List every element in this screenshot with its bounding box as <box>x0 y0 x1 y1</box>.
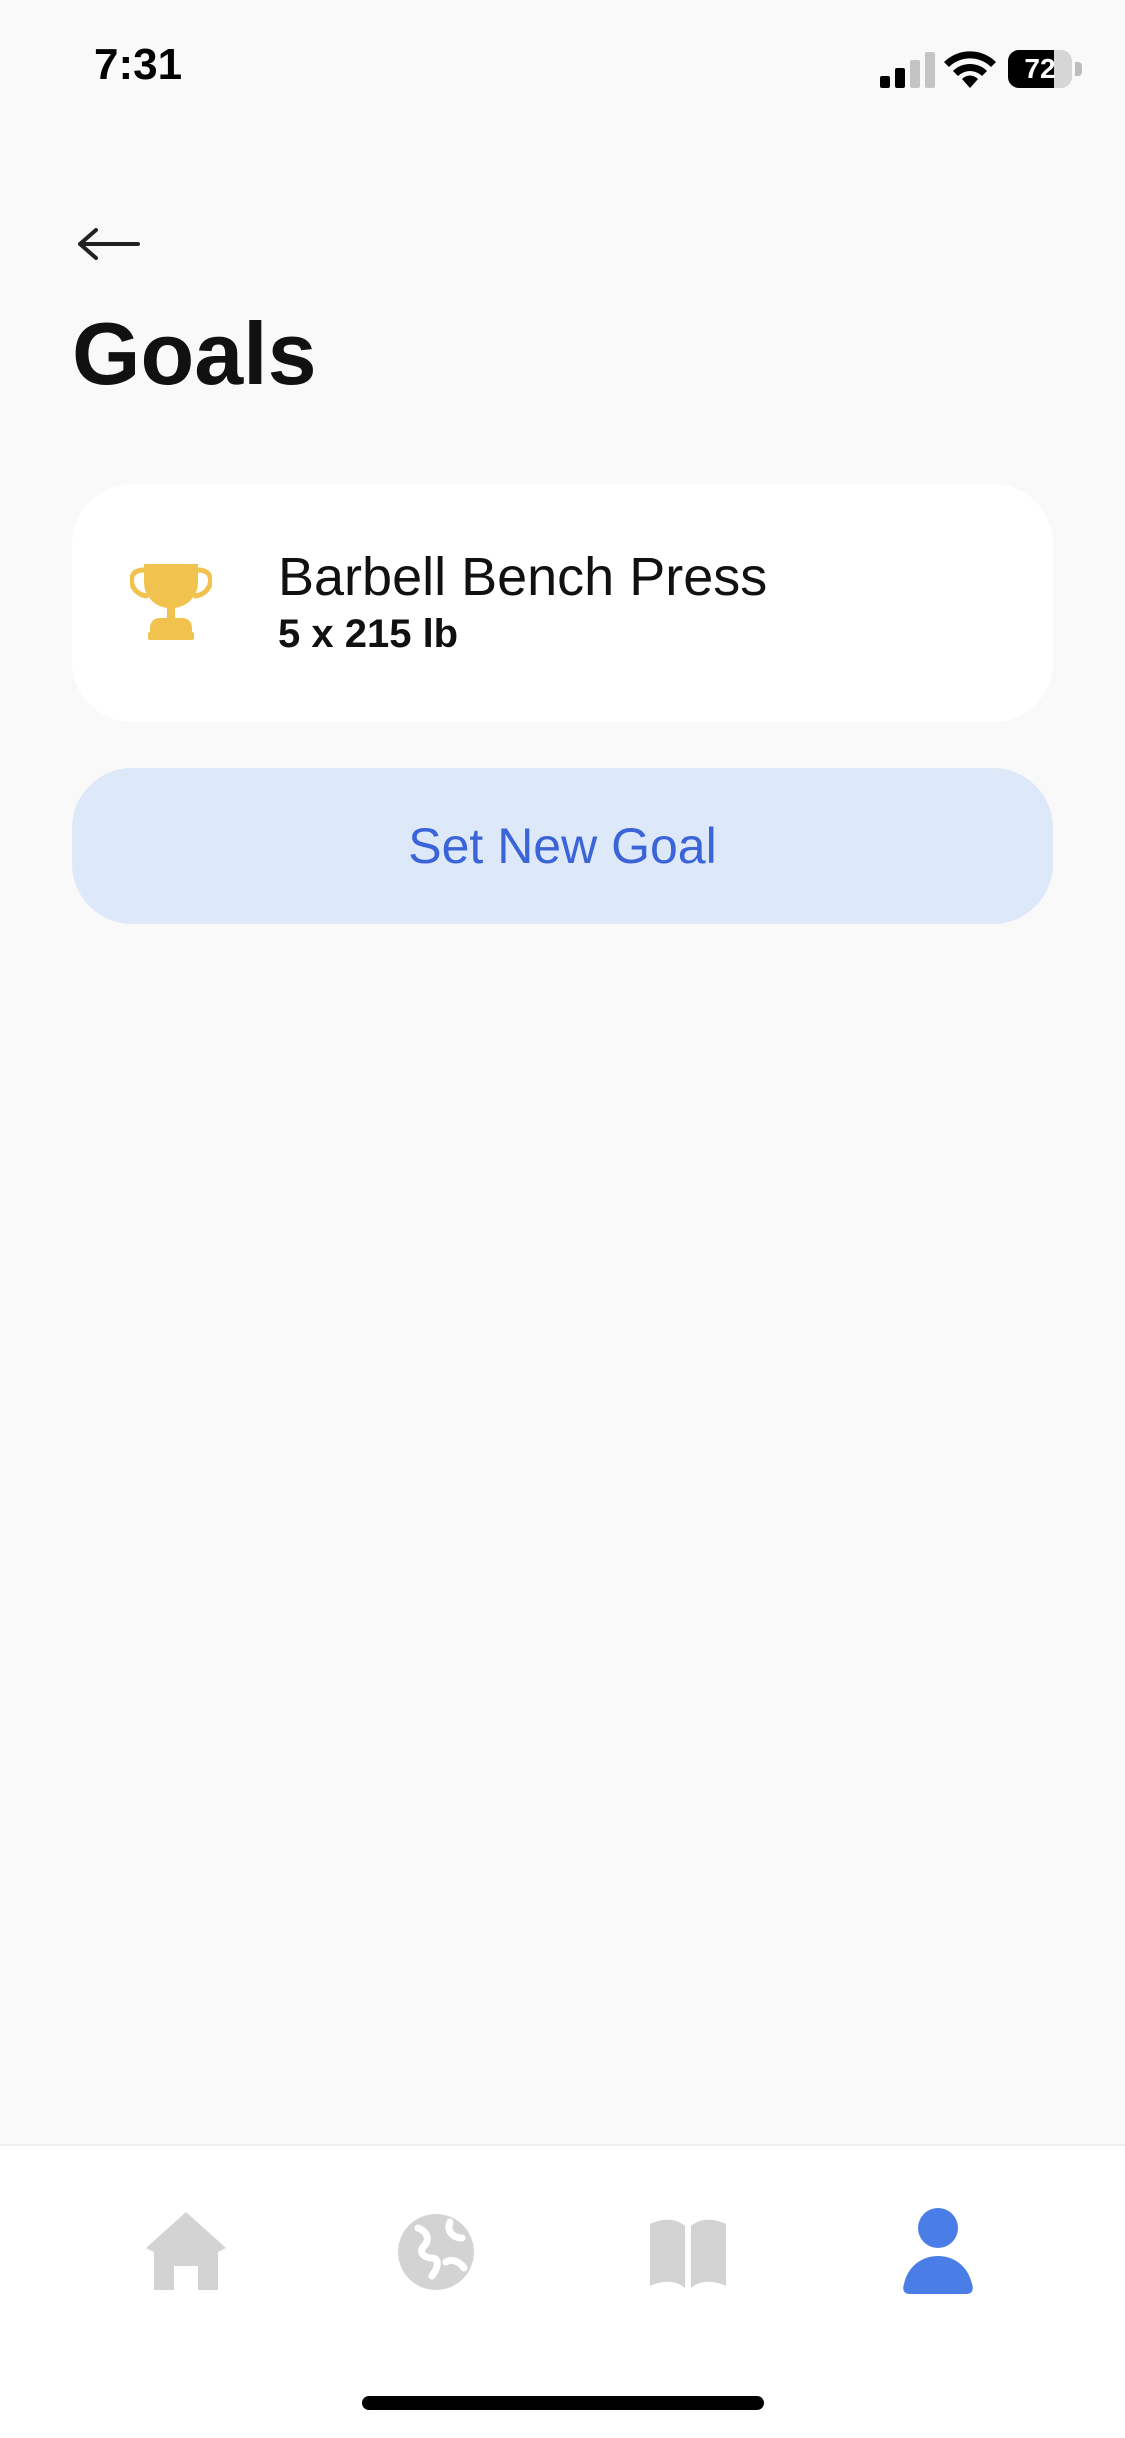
battery-icon: 72 <box>1008 50 1084 88</box>
profile-icon[interactable] <box>890 2202 986 2298</box>
trophy-icon <box>130 564 212 640</box>
set-new-goal-label: Set New Goal <box>408 818 717 874</box>
back-arrow-icon[interactable] <box>72 218 144 270</box>
tab-bar <box>0 2144 1125 2438</box>
wifi-icon <box>944 51 996 88</box>
goal-target: 5 x 215 lb <box>278 612 459 656</box>
status-time: 7:31 <box>94 40 183 89</box>
set-new-goal-button[interactable]: Set New Goal <box>72 768 1053 924</box>
home-icon[interactable] <box>138 2202 234 2298</box>
page-title: Goals <box>72 304 317 403</box>
cellular-signal-icon <box>880 52 935 88</box>
status-bar: 7:31 72 <box>0 0 1125 140</box>
globe-icon[interactable] <box>388 2202 484 2298</box>
book-icon[interactable] <box>640 2202 736 2298</box>
home-indicator <box>362 2396 764 2410</box>
goal-exercise-name: Barbell Bench Press <box>278 547 768 607</box>
battery-level: 72 <box>1024 53 1056 84</box>
